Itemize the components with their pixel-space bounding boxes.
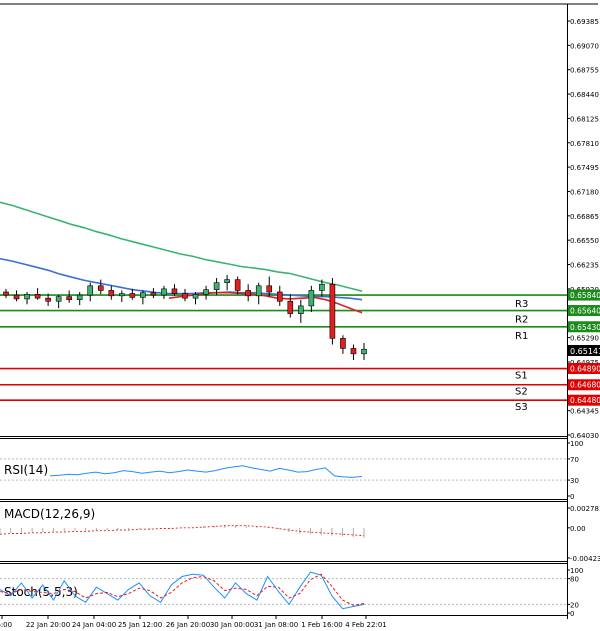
level-label-s2: S2	[515, 387, 528, 398]
candle-up	[213, 282, 220, 290]
rsi-panel: RSI(14) 100 70 30 0	[0, 440, 583, 501]
level-label-r2: R2	[515, 315, 528, 326]
macd-panel: MACD(12,26,9) 0.002781 0.00 -0.004236	[0, 505, 600, 563]
time-tick-label: 31 Jan 08:00	[254, 621, 298, 629]
candle-up	[361, 348, 367, 355]
price-tick-label: 0.67495	[570, 164, 599, 172]
level-label-r3: R3	[515, 299, 528, 310]
candle-up	[119, 293, 125, 297]
rsi-line	[49, 465, 363, 478]
candle-down	[234, 279, 241, 291]
price-tick-label: 0.68440	[570, 91, 599, 99]
price-tick-label: 0.65290	[570, 335, 599, 343]
rsi-label: RSI(14)	[4, 463, 48, 477]
candle-up	[24, 293, 30, 300]
candle-up	[161, 288, 167, 296]
price-tick-label: 0.66865	[570, 213, 599, 221]
candle-down	[150, 292, 157, 296]
time-tick-label: 30 Jan 00:00	[210, 621, 254, 629]
time-tick-label: 22 Jan 20:00	[26, 621, 70, 629]
time-tick-label: 25 Jan 12:00	[118, 621, 162, 629]
candle-down	[45, 297, 51, 302]
level-label-r1: R1	[515, 331, 528, 342]
candle-down	[66, 296, 72, 301]
candle-up	[203, 289, 209, 295]
candle-down	[129, 293, 136, 298]
moving-averages	[0, 201, 363, 314]
price-tick-label: 0.68125	[570, 115, 599, 123]
level-price-label-s2: 0.64680	[570, 381, 600, 390]
price-tick-label: 0.66550	[570, 237, 599, 245]
candle-up	[255, 285, 262, 297]
candle-down	[287, 300, 294, 314]
candle-down	[171, 288, 178, 294]
candle-up	[87, 285, 94, 296]
price-tick-label: 0.64345	[570, 408, 599, 416]
stoch-tick-label: 80	[570, 576, 579, 584]
candle-up	[192, 293, 199, 299]
candle-down	[182, 293, 188, 299]
candle-up	[76, 294, 83, 301]
candle-up	[308, 290, 315, 307]
price-tick-label: 0.64030	[570, 432, 599, 440]
macd-tick-label: 0.00	[570, 525, 586, 533]
rsi-tick-label: 0	[570, 493, 574, 501]
candle-up	[298, 305, 304, 314]
candle-down	[276, 291, 283, 302]
current-price-label: 0.65141	[570, 347, 600, 356]
stochastic-panel: Stoch(5,5,3) 10080200	[0, 567, 583, 618]
chart: 0.69385 0.69070 0.68755 0.68440 0.68125 0.678…	[0, 3, 600, 629]
current-price-tag: 0.65141	[568, 345, 600, 356]
macd-signal-line	[0, 525, 365, 537]
candle-down	[97, 285, 104, 291]
time-tick-label: 1 Feb 16:00	[301, 621, 342, 629]
stoch-tick-label: 20	[570, 601, 579, 609]
candle-down	[34, 293, 41, 299]
level-price-label-s3: 0.64480	[570, 396, 600, 405]
level-label-s3: S3	[515, 402, 528, 413]
candle-up	[140, 292, 146, 298]
price-tick-label: 0.67180	[570, 188, 599, 196]
price-axis: 0.69385 0.69070 0.68755 0.68440 0.68125 0.678…	[567, 18, 599, 440]
candle-up	[224, 279, 230, 283]
ma-slow-line	[0, 201, 363, 292]
macd-tick-label: 0.002781	[570, 505, 600, 513]
level-price-label-r1: 0.65430	[570, 323, 600, 332]
level-price-label-r2: 0.65640	[570, 307, 600, 316]
price-tick-label: 0.69070	[570, 42, 599, 50]
macd-tick-label: -0.004236	[570, 555, 600, 563]
candle-down	[340, 338, 346, 349]
candle-down	[3, 291, 9, 296]
price-tick-label: 0.66235	[570, 262, 599, 270]
time-tick-label: 16:00	[0, 621, 12, 629]
candle-down	[108, 290, 115, 297]
level-label-s1: S1	[515, 371, 528, 382]
rsi-tick-label: 30	[570, 477, 579, 485]
rsi-tick-label: 100	[570, 440, 583, 448]
price-tick-label: 0.67810	[570, 140, 599, 148]
price-tick-label: 0.68755	[570, 67, 599, 75]
time-tick-label: 24 Jan 04:00	[72, 621, 116, 629]
macd-label: MACD(12,26,9)	[4, 507, 95, 521]
rsi-tick-label: 70	[570, 456, 579, 464]
ma-mid-line	[0, 257, 363, 301]
time-tick-label: 4 Feb 22:01	[345, 621, 386, 629]
candle-up	[55, 296, 62, 302]
stoch-tick-label: 0	[570, 610, 574, 618]
candle-down	[266, 285, 273, 293]
time-axis: 16:00 22 Jan 20:0024 Jan 04:0025 Jan 12:0…	[0, 615, 387, 629]
level-price-label-r3: 0.65840	[570, 291, 600, 300]
candle-down	[350, 348, 357, 355]
stoch-tick-label: 100	[570, 567, 583, 575]
candle-up	[319, 283, 325, 291]
candle-down	[13, 294, 20, 300]
candlesticks	[3, 274, 367, 361]
price-tick-label: 0.69385	[570, 18, 599, 26]
candle-down	[245, 290, 251, 297]
level-price-label-s1: 0.64890	[570, 365, 600, 374]
time-tick-label: 26 Jan 20:00	[166, 621, 210, 629]
candle-down	[329, 283, 336, 339]
